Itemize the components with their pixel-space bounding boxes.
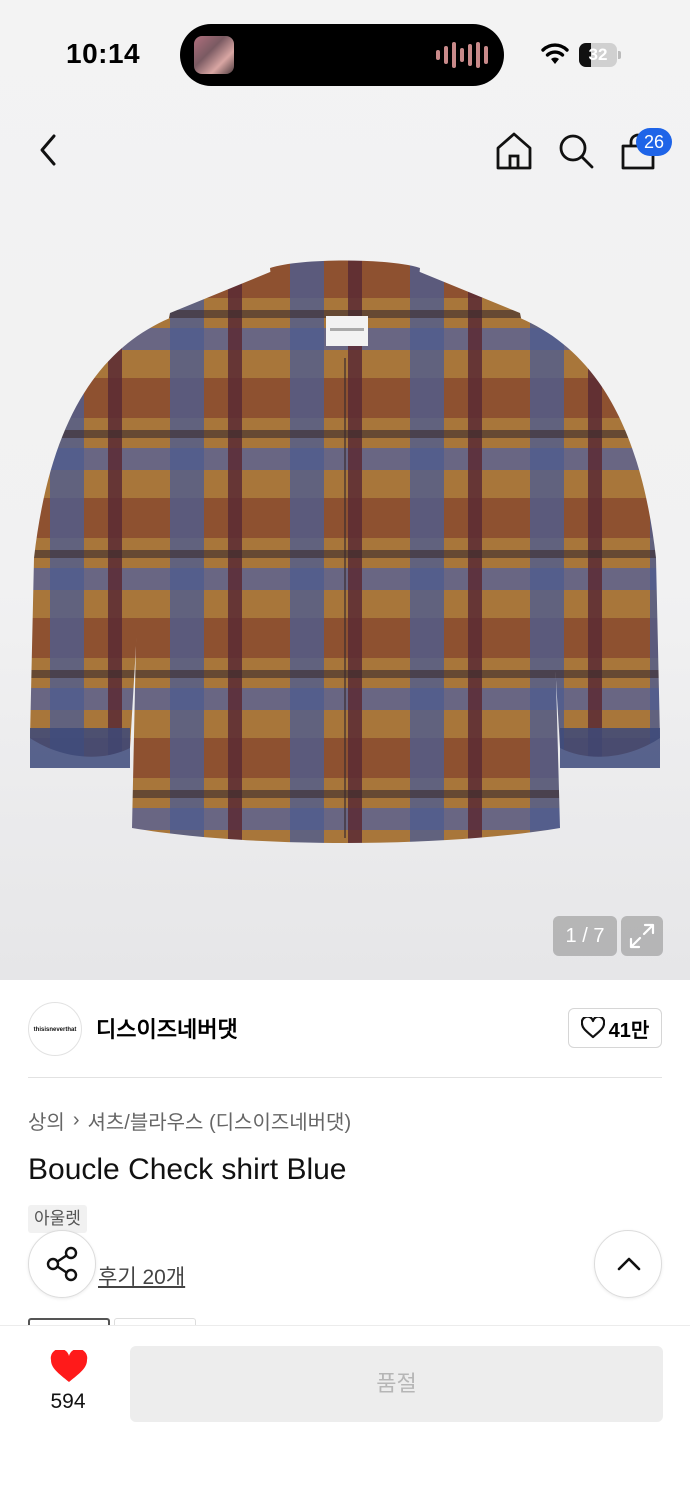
- chevron-up-icon: [617, 1257, 641, 1271]
- status-time: 10:14: [66, 38, 141, 69]
- search-icon[interactable]: [556, 130, 596, 172]
- heart-outline-icon: [580, 1017, 605, 1039]
- breadcrumb-category[interactable]: 상의: [28, 1106, 65, 1135]
- scroll-top-button[interactable]: [594, 1230, 662, 1298]
- back-icon[interactable]: [30, 130, 70, 170]
- sold-out-button[interactable]: 품절: [130, 1346, 663, 1422]
- share-button[interactable]: [28, 1230, 96, 1298]
- expand-image-button[interactable]: [621, 916, 663, 956]
- heart-icon[interactable]: [50, 1350, 88, 1384]
- dynamic-island[interactable]: [180, 24, 504, 86]
- brand-like-count: 41만: [608, 1019, 650, 1042]
- bottom-action-bar: 594 품절: [0, 1325, 690, 1500]
- battery-level: 32: [588, 45, 608, 64]
- chevron-right-icon: ›: [72, 1109, 80, 1131]
- expand-icon: [629, 923, 655, 949]
- hero-area: 10:14 32 26 1 / 7: [0, 0, 690, 980]
- breadcrumb-subcategory[interactable]: 셔츠/블라우스 (디스이즈네버댓): [87, 1106, 351, 1135]
- product-image[interactable]: [20, 258, 670, 858]
- image-pager: 1 / 7: [553, 916, 617, 956]
- battery-indicator: 32: [579, 43, 621, 67]
- status-bar: 10:14 32: [0, 0, 690, 110]
- like-count: 594: [50, 1390, 86, 1413]
- divider: [28, 1077, 662, 1078]
- breadcrumb: 상의 › 셔츠/블라우스 (디스이즈네버댓): [28, 1106, 351, 1135]
- wifi-icon: [541, 43, 569, 64]
- audio-wave-icon: [436, 42, 488, 68]
- brand-like-button[interactable]: 41만: [568, 1008, 662, 1048]
- outlet-tag: 아울렛: [28, 1205, 87, 1233]
- share-icon: [46, 1246, 78, 1282]
- brand-logo[interactable]: thisisneverthat: [28, 1002, 82, 1056]
- home-icon[interactable]: [494, 130, 534, 172]
- now-playing-artwork: [194, 36, 234, 74]
- product-title: Boucle Check shirt Blue: [28, 1153, 347, 1186]
- brand-name[interactable]: 디스이즈네버댓: [96, 1012, 238, 1044]
- top-navigation: [0, 118, 690, 188]
- cart-count-badge: 26: [636, 128, 672, 156]
- reviews-link[interactable]: 후기 20개: [98, 1261, 185, 1291]
